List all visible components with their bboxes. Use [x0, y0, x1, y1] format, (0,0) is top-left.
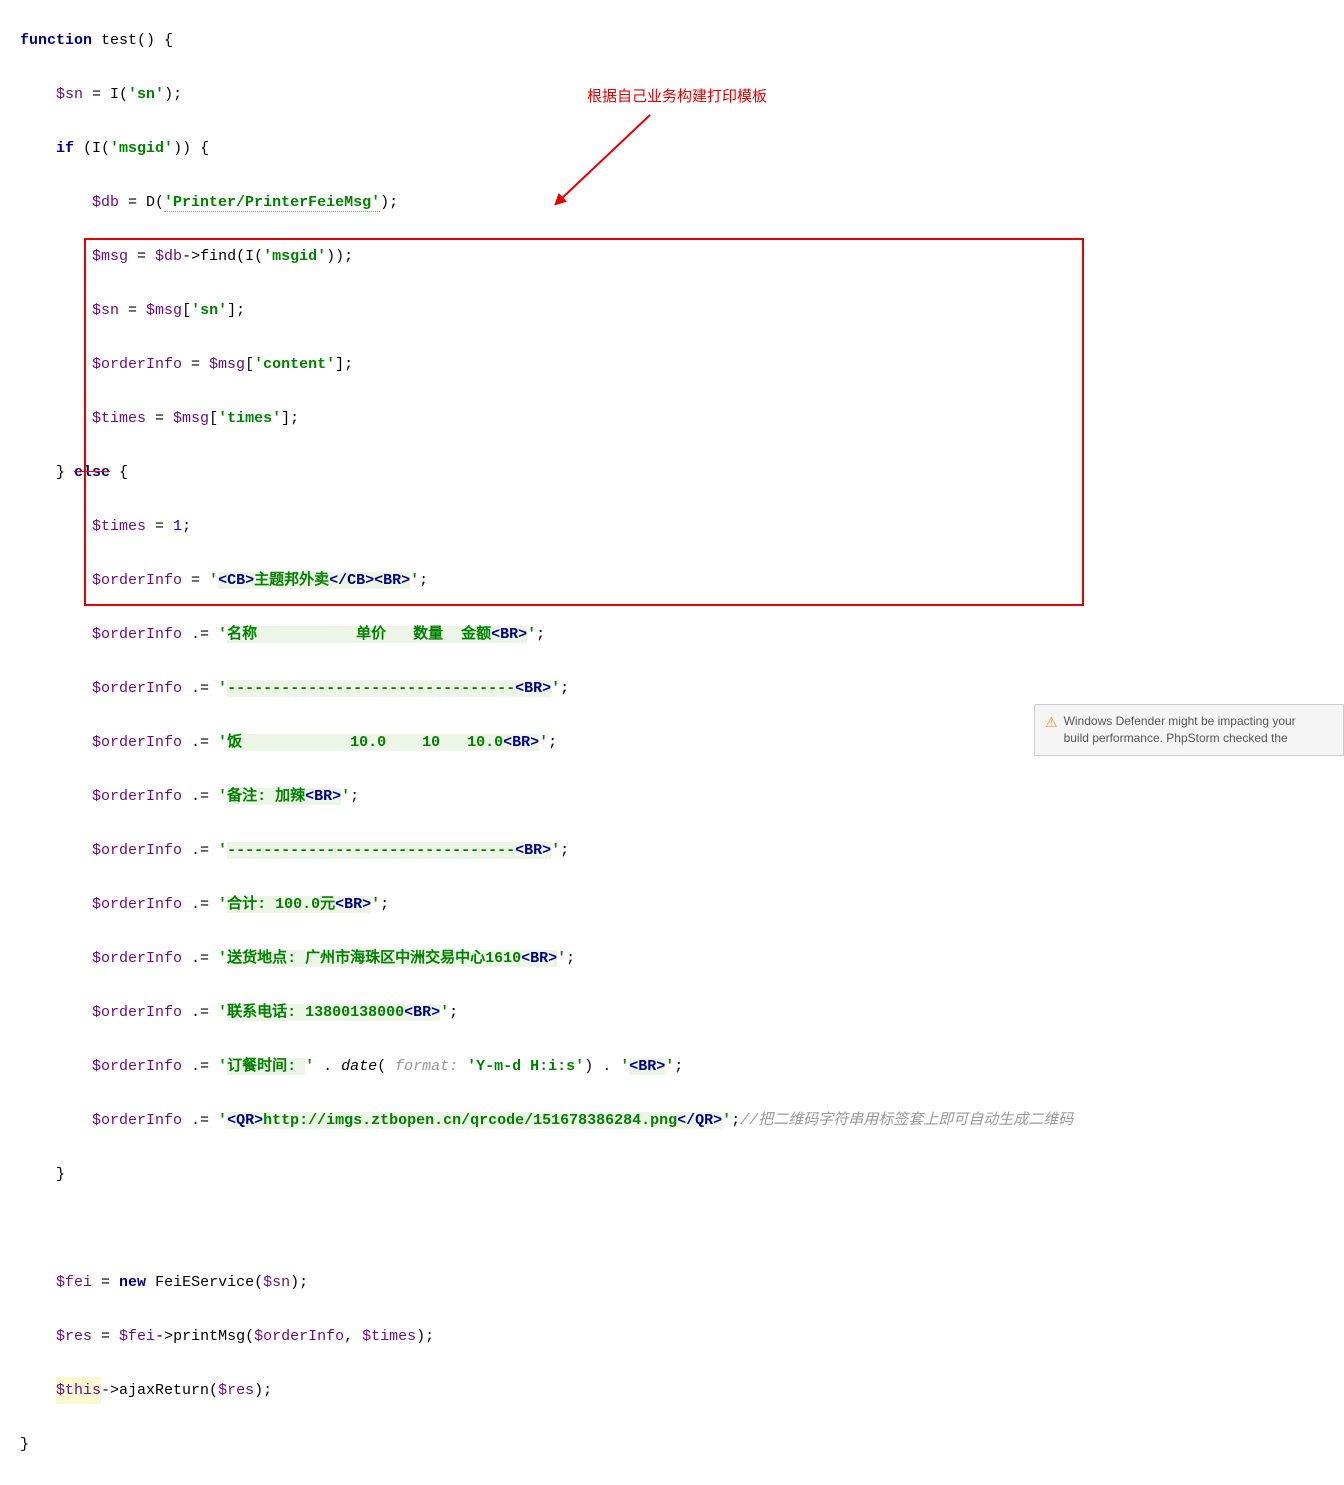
code-line: $this->ajaxReturn($res); [20, 1377, 1324, 1404]
code-line: $orderInfo = $msg['content']; [20, 351, 1324, 378]
code-line: $orderInfo = '<CB>主题邦外卖</CB><BR>'; [20, 567, 1324, 594]
code-line: $orderInfo .= '合计: 100.0元<BR>'; [20, 891, 1324, 918]
code-line: $orderInfo .= '联系电话: 13800138000<BR>'; [20, 999, 1324, 1026]
code-line: $orderInfo .= '-------------------------… [20, 675, 1324, 702]
code-line: $db = D('Printer/PrinterFeieMsg'); [20, 189, 1324, 216]
code-line: } [20, 1161, 1324, 1188]
code-line: } else { [20, 459, 1324, 486]
code-line: $msg = $db->find(I('msgid')); [20, 243, 1324, 270]
notification-popup[interactable]: ⚠ Windows Defender might be impacting yo… [1034, 704, 1344, 756]
code-line: $times = $msg['times']; [20, 405, 1324, 432]
notification-text: Windows Defender might be impacting your… [1064, 713, 1296, 747]
code-line: $orderInfo .= '<QR>http://imgs.ztbopen.c… [20, 1107, 1324, 1134]
code-line: $orderInfo .= '名称 单价 数量 金额<BR>'; [20, 621, 1324, 648]
code-line: $sn = $msg['sn']; [20, 297, 1324, 324]
code-line: $orderInfo .= '送货地点: 广州市海珠区中洲交易中心1610<BR… [20, 945, 1324, 972]
code-line: if (I('msgid')) { [20, 135, 1324, 162]
code-line: $orderInfo .= '备注: 加辣<BR>'; [20, 783, 1324, 810]
annotation-text: 根据自己业务构建打印模板 [587, 83, 767, 110]
code-line: $fei = new FeiEService($sn); [20, 1269, 1324, 1296]
code-line: $orderInfo .= '订餐时间: ' . date( format: '… [20, 1053, 1324, 1080]
code-line: function test() { [20, 27, 1324, 54]
code-line [20, 1215, 1324, 1242]
code-line: } [20, 1431, 1324, 1458]
warning-icon: ⚠ [1045, 713, 1058, 733]
code-line: $times = 1; [20, 513, 1324, 540]
code-line: $orderInfo .= '-------------------------… [20, 837, 1324, 864]
code-line: $res = $fei->printMsg($orderInfo, $times… [20, 1323, 1324, 1350]
